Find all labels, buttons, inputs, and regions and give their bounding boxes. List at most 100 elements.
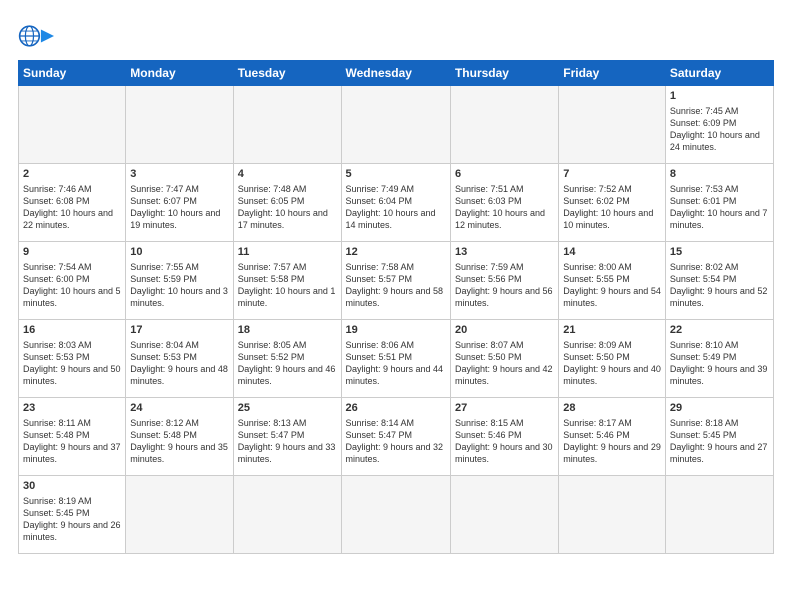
calendar-cell: 1Sunrise: 7:45 AM Sunset: 6:09 PM Daylig…: [665, 86, 773, 164]
day-number: 4: [238, 167, 337, 182]
weekday-header-sunday: Sunday: [19, 61, 126, 86]
weekday-header-monday: Monday: [126, 61, 233, 86]
calendar-cell: 19Sunrise: 8:06 AM Sunset: 5:51 PM Dayli…: [341, 320, 450, 398]
calendar-cell: [450, 476, 558, 554]
day-info: Sunrise: 7:46 AM Sunset: 6:08 PM Dayligh…: [23, 183, 121, 232]
day-number: 13: [455, 245, 554, 260]
day-number: 3: [130, 167, 228, 182]
week-row-5: 23Sunrise: 8:11 AM Sunset: 5:48 PM Dayli…: [19, 398, 774, 476]
logo: [18, 18, 58, 54]
day-info: Sunrise: 8:09 AM Sunset: 5:50 PM Dayligh…: [563, 339, 661, 388]
day-number: 9: [23, 245, 121, 260]
calendar-cell: 12Sunrise: 7:58 AM Sunset: 5:57 PM Dayli…: [341, 242, 450, 320]
calendar-cell: 2Sunrise: 7:46 AM Sunset: 6:08 PM Daylig…: [19, 164, 126, 242]
calendar-cell: 14Sunrise: 8:00 AM Sunset: 5:55 PM Dayli…: [559, 242, 666, 320]
calendar-cell: 10Sunrise: 7:55 AM Sunset: 5:59 PM Dayli…: [126, 242, 233, 320]
day-info: Sunrise: 8:15 AM Sunset: 5:46 PM Dayligh…: [455, 417, 554, 466]
calendar-cell: 17Sunrise: 8:04 AM Sunset: 5:53 PM Dayli…: [126, 320, 233, 398]
day-info: Sunrise: 7:52 AM Sunset: 6:02 PM Dayligh…: [563, 183, 661, 232]
calendar-header-row: SundayMondayTuesdayWednesdayThursdayFrid…: [19, 61, 774, 86]
day-info: Sunrise: 7:58 AM Sunset: 5:57 PM Dayligh…: [346, 261, 446, 310]
calendar-cell: [559, 86, 666, 164]
generalblue-logo-icon: [18, 18, 54, 54]
day-number: 24: [130, 401, 228, 416]
day-number: 12: [346, 245, 446, 260]
day-number: 8: [670, 167, 769, 182]
day-info: Sunrise: 8:12 AM Sunset: 5:48 PM Dayligh…: [130, 417, 228, 466]
calendar-cell: 24Sunrise: 8:12 AM Sunset: 5:48 PM Dayli…: [126, 398, 233, 476]
calendar-cell: [341, 476, 450, 554]
calendar-cell: 21Sunrise: 8:09 AM Sunset: 5:50 PM Dayli…: [559, 320, 666, 398]
weekday-header-thursday: Thursday: [450, 61, 558, 86]
calendar-cell: 23Sunrise: 8:11 AM Sunset: 5:48 PM Dayli…: [19, 398, 126, 476]
weekday-header-wednesday: Wednesday: [341, 61, 450, 86]
day-number: 19: [346, 323, 446, 338]
day-number: 5: [346, 167, 446, 182]
day-info: Sunrise: 7:55 AM Sunset: 5:59 PM Dayligh…: [130, 261, 228, 310]
day-number: 11: [238, 245, 337, 260]
week-row-3: 9Sunrise: 7:54 AM Sunset: 6:00 PM Daylig…: [19, 242, 774, 320]
day-info: Sunrise: 7:53 AM Sunset: 6:01 PM Dayligh…: [670, 183, 769, 232]
day-number: 21: [563, 323, 661, 338]
day-info: Sunrise: 8:10 AM Sunset: 5:49 PM Dayligh…: [670, 339, 769, 388]
day-number: 20: [455, 323, 554, 338]
day-number: 25: [238, 401, 337, 416]
calendar-cell: 11Sunrise: 7:57 AM Sunset: 5:58 PM Dayli…: [233, 242, 341, 320]
day-number: 7: [563, 167, 661, 182]
week-row-2: 2Sunrise: 7:46 AM Sunset: 6:08 PM Daylig…: [19, 164, 774, 242]
day-info: Sunrise: 8:18 AM Sunset: 5:45 PM Dayligh…: [670, 417, 769, 466]
calendar-cell: 4Sunrise: 7:48 AM Sunset: 6:05 PM Daylig…: [233, 164, 341, 242]
calendar-cell: 18Sunrise: 8:05 AM Sunset: 5:52 PM Dayli…: [233, 320, 341, 398]
calendar-cell: 22Sunrise: 8:10 AM Sunset: 5:49 PM Dayli…: [665, 320, 773, 398]
weekday-header-tuesday: Tuesday: [233, 61, 341, 86]
day-info: Sunrise: 8:19 AM Sunset: 5:45 PM Dayligh…: [23, 495, 121, 544]
day-info: Sunrise: 8:03 AM Sunset: 5:53 PM Dayligh…: [23, 339, 121, 388]
calendar-cell: 7Sunrise: 7:52 AM Sunset: 6:02 PM Daylig…: [559, 164, 666, 242]
calendar-cell: 25Sunrise: 8:13 AM Sunset: 5:47 PM Dayli…: [233, 398, 341, 476]
weekday-header-friday: Friday: [559, 61, 666, 86]
day-number: 15: [670, 245, 769, 260]
day-info: Sunrise: 7:57 AM Sunset: 5:58 PM Dayligh…: [238, 261, 337, 310]
calendar-cell: 3Sunrise: 7:47 AM Sunset: 6:07 PM Daylig…: [126, 164, 233, 242]
day-info: Sunrise: 8:11 AM Sunset: 5:48 PM Dayligh…: [23, 417, 121, 466]
day-info: Sunrise: 8:13 AM Sunset: 5:47 PM Dayligh…: [238, 417, 337, 466]
calendar-table: SundayMondayTuesdayWednesdayThursdayFrid…: [18, 60, 774, 554]
calendar-cell: [559, 476, 666, 554]
calendar-cell: [233, 476, 341, 554]
day-info: Sunrise: 8:06 AM Sunset: 5:51 PM Dayligh…: [346, 339, 446, 388]
day-info: Sunrise: 7:47 AM Sunset: 6:07 PM Dayligh…: [130, 183, 228, 232]
day-number: 29: [670, 401, 769, 416]
calendar-cell: [126, 476, 233, 554]
day-number: 2: [23, 167, 121, 182]
calendar-cell: 16Sunrise: 8:03 AM Sunset: 5:53 PM Dayli…: [19, 320, 126, 398]
day-info: Sunrise: 7:45 AM Sunset: 6:09 PM Dayligh…: [670, 105, 769, 154]
calendar-cell: 8Sunrise: 7:53 AM Sunset: 6:01 PM Daylig…: [665, 164, 773, 242]
weekday-header-saturday: Saturday: [665, 61, 773, 86]
day-info: Sunrise: 8:17 AM Sunset: 5:46 PM Dayligh…: [563, 417, 661, 466]
day-info: Sunrise: 8:05 AM Sunset: 5:52 PM Dayligh…: [238, 339, 337, 388]
day-number: 14: [563, 245, 661, 260]
day-number: 10: [130, 245, 228, 260]
page: SundayMondayTuesdayWednesdayThursdayFrid…: [0, 0, 792, 564]
day-number: 17: [130, 323, 228, 338]
day-info: Sunrise: 8:02 AM Sunset: 5:54 PM Dayligh…: [670, 261, 769, 310]
calendar-cell: 26Sunrise: 8:14 AM Sunset: 5:47 PM Dayli…: [341, 398, 450, 476]
week-row-1: 1Sunrise: 7:45 AM Sunset: 6:09 PM Daylig…: [19, 86, 774, 164]
calendar-cell: 28Sunrise: 8:17 AM Sunset: 5:46 PM Dayli…: [559, 398, 666, 476]
day-info: Sunrise: 7:51 AM Sunset: 6:03 PM Dayligh…: [455, 183, 554, 232]
calendar-cell: 30Sunrise: 8:19 AM Sunset: 5:45 PM Dayli…: [19, 476, 126, 554]
day-number: 16: [23, 323, 121, 338]
calendar-cell: [19, 86, 126, 164]
calendar-cell: 15Sunrise: 8:02 AM Sunset: 5:54 PM Dayli…: [665, 242, 773, 320]
calendar-cell: [341, 86, 450, 164]
day-info: Sunrise: 8:07 AM Sunset: 5:50 PM Dayligh…: [455, 339, 554, 388]
day-number: 26: [346, 401, 446, 416]
header: [18, 18, 774, 54]
calendar-cell: 20Sunrise: 8:07 AM Sunset: 5:50 PM Dayli…: [450, 320, 558, 398]
day-info: Sunrise: 7:48 AM Sunset: 6:05 PM Dayligh…: [238, 183, 337, 232]
day-number: 6: [455, 167, 554, 182]
day-number: 18: [238, 323, 337, 338]
calendar-cell: 6Sunrise: 7:51 AM Sunset: 6:03 PM Daylig…: [450, 164, 558, 242]
calendar-cell: [665, 476, 773, 554]
day-number: 27: [455, 401, 554, 416]
